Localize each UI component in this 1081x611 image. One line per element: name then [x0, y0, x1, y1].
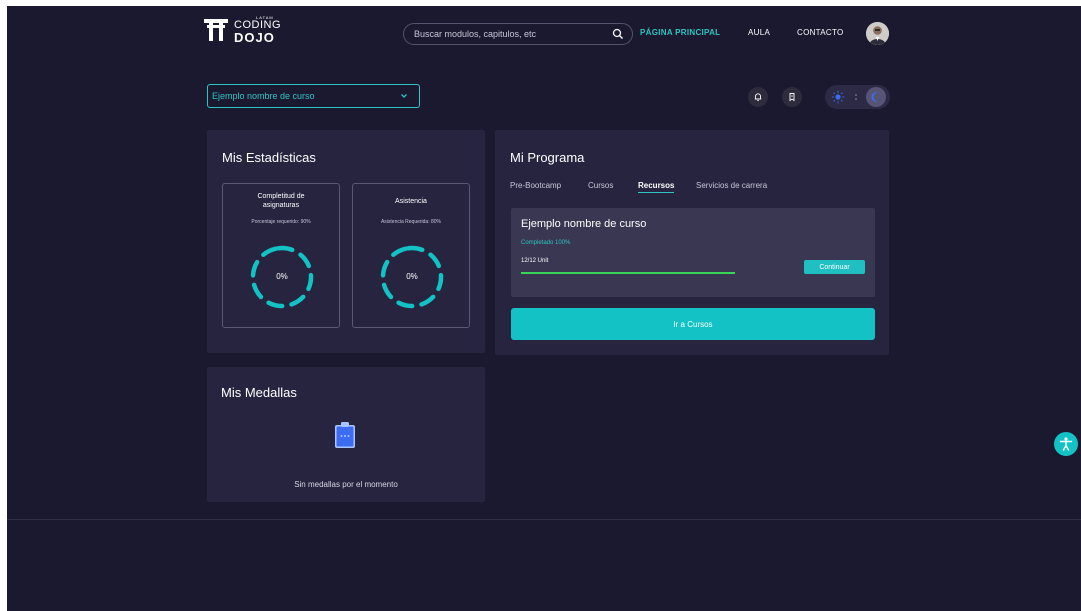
bell-icon [754, 93, 762, 101]
program-card: Mi Programa Pre-Bootcamp Cursos Recursos… [495, 130, 889, 355]
course-selector-value: Ejemplo nombre de curso [212, 91, 315, 101]
attendance-value: 0% [406, 272, 418, 281]
nav-contacto[interactable]: CONTACTO [797, 28, 844, 37]
accessibility-button[interactable] [1054, 432, 1078, 456]
nav-aula[interactable]: AULA [748, 28, 770, 37]
theme-toggle[interactable] [825, 85, 890, 109]
footer-divider [7, 519, 1081, 520]
clipboard-icon [335, 422, 355, 448]
completion-required: Porcentaje requerido: 90% [251, 219, 311, 225]
torii-icon [204, 19, 228, 41]
completion-label: Completitud de asignaturas [257, 193, 305, 209]
search-icon[interactable] [612, 28, 624, 40]
attendance-required: Asistencia Requerida: 80% [380, 219, 442, 225]
tab-recursos[interactable]: Recursos [638, 181, 675, 193]
tab-servicios-de-carrera[interactable]: Servicios de carrera [696, 181, 767, 190]
medals-card: Mis Medallas Sin medallas por el momento [207, 367, 485, 502]
notifications-button[interactable] [748, 87, 768, 107]
avatar[interactable] [866, 22, 889, 45]
search-input[interactable] [414, 29, 612, 39]
course-progress-fill [521, 272, 735, 274]
bookmark-icon [789, 93, 795, 102]
moon-icon [871, 92, 878, 102]
course-progress-bar [521, 272, 735, 274]
course-completed: Completado 100% [521, 240, 571, 246]
nav-home[interactable]: PÁGINA PRINCIPAL [640, 28, 720, 37]
stats-title: Mis Estadísticas [222, 150, 316, 165]
tab-pre-bootcamp[interactable]: Pre-Bootcamp [510, 181, 561, 190]
course-name: Ejemplo nombre de curso [521, 218, 647, 230]
toggle-separator-icon [854, 94, 857, 100]
coding-dojo-logo[interactable]: LATAM CODING DOJO [204, 16, 281, 44]
chevron-down-icon [401, 94, 407, 98]
app-window: LATAM CODING DOJO PÁGINA PRINCIPAL AULA … [7, 6, 1081, 611]
medals-title: Mis Medallas [221, 385, 297, 400]
course-selector[interactable]: Ejemplo nombre de curso [207, 84, 420, 108]
completion-stat: Completitud de asignaturas Porcentaje re… [222, 183, 340, 328]
attendance-stat: Asistencia Asistencia Requerida: 80% 0% [352, 183, 470, 328]
sun-icon[interactable] [831, 90, 845, 104]
course-card: Ejemplo nombre de curso Completado 100% … [511, 208, 875, 297]
search-bar [403, 23, 633, 45]
attendance-ring: 0% [377, 242, 447, 312]
medals-empty-text: Sin medallas por el momento [294, 480, 398, 489]
go-to-courses-button[interactable]: Ir a Cursos [511, 308, 875, 340]
course-units: 12/12 Unit [521, 258, 549, 264]
dark-mode-button[interactable] [866, 87, 886, 107]
logo-dojo: DOJO [234, 30, 275, 45]
completion-value: 0% [276, 272, 288, 281]
accessibility-icon [1059, 437, 1073, 451]
stats-card: Mis Estadísticas Completitud de asignatu… [207, 130, 485, 353]
continue-button[interactable]: Continuar [804, 260, 865, 274]
bookmarks-button[interactable] [782, 87, 802, 107]
avatar-image [866, 22, 889, 45]
program-title: Mi Programa [510, 150, 585, 165]
attendance-label: Asistencia [395, 198, 427, 205]
tab-cursos[interactable]: Cursos [588, 181, 613, 190]
completion-ring: 0% [247, 242, 317, 312]
